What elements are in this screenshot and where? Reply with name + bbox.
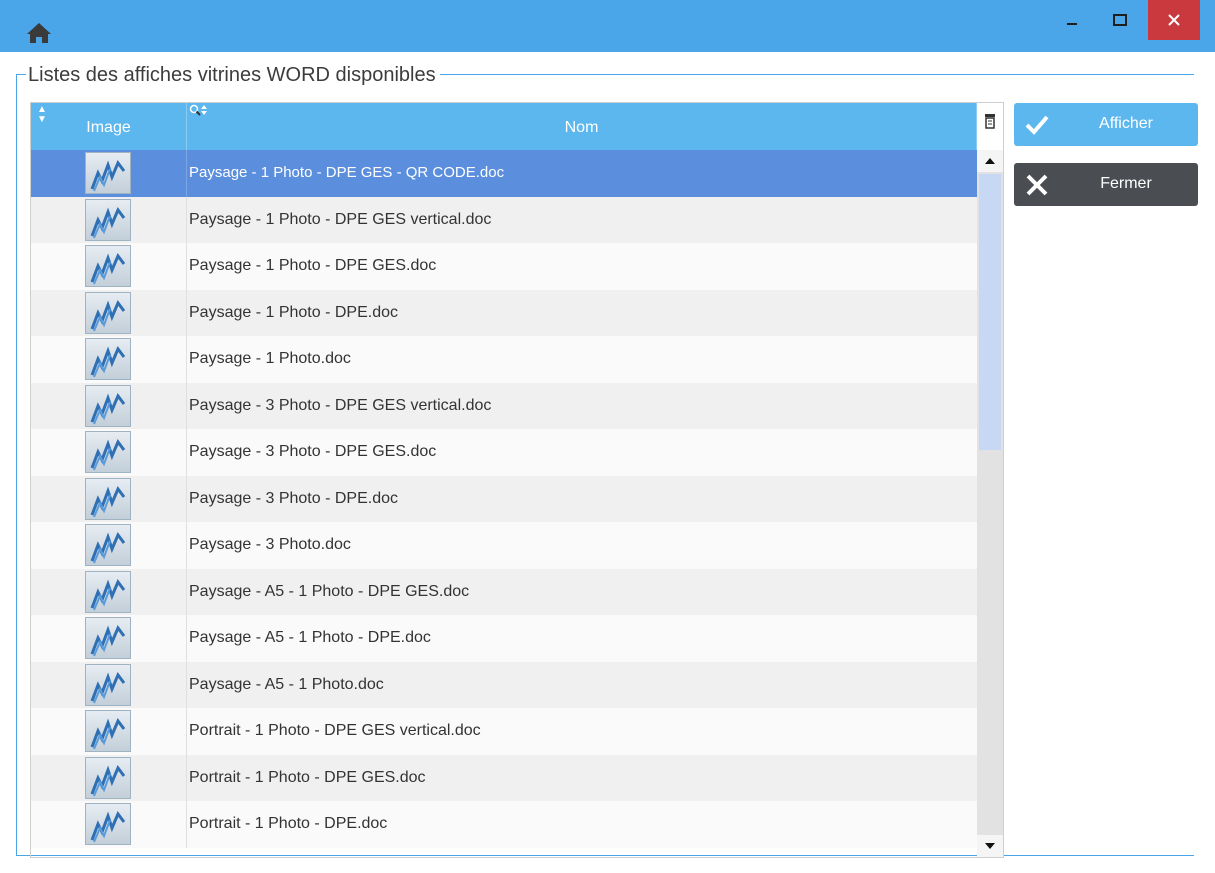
- document-thumbnail-icon: [85, 617, 131, 659]
- table-row[interactable]: Paysage - 3 Photo.doc: [31, 522, 977, 569]
- document-thumbnail-icon: [85, 803, 131, 845]
- image-cell: [31, 382, 187, 429]
- file-name: Portrait - 1 Photo - DPE GES vertical.do…: [189, 722, 481, 739]
- table-row[interactable]: Paysage - 1 Photo - DPE GES vertical.doc: [31, 196, 977, 243]
- column-header-image-label: Image: [86, 119, 131, 136]
- table-row[interactable]: Paysage - 3 Photo - DPE GES vertical.doc: [31, 382, 977, 429]
- search-sort-icon[interactable]: [189, 104, 209, 118]
- image-cell: [31, 150, 187, 197]
- document-thumbnail-icon: [85, 152, 131, 194]
- vertical-scrollbar[interactable]: [977, 150, 1003, 857]
- group-title: Listes des affiches vitrines WORD dispon…: [26, 62, 440, 88]
- column-header-nom-label: Nom: [564, 119, 599, 136]
- image-cell: [31, 568, 187, 615]
- fermer-button[interactable]: Fermer: [1014, 163, 1198, 206]
- image-cell: [31, 754, 187, 801]
- scroll-thumb[interactable]: [979, 174, 1001, 450]
- grid-rows: Paysage - 1 Photo - DPE GES - QR CODE.do…: [31, 150, 977, 857]
- image-cell: [31, 475, 187, 522]
- scroll-down-button[interactable]: [977, 835, 1003, 857]
- document-thumbnail-icon: [85, 710, 131, 752]
- table-row[interactable]: Portrait - 1 Photo - DPE GES.doc: [31, 754, 977, 801]
- image-cell: [31, 708, 187, 755]
- file-name: Portrait - 1 Photo - DPE GES.doc: [189, 768, 426, 786]
- document-thumbnail-icon: [85, 756, 131, 799]
- document-thumbnail-icon: [85, 338, 131, 380]
- file-name: Paysage - A5 - 1 Photo.doc: [189, 675, 384, 693]
- check-icon: [1025, 115, 1049, 135]
- table-row[interactable]: Paysage - 1 Photo.doc: [31, 336, 977, 383]
- arrow-down-icon: [985, 843, 995, 849]
- file-name: Portrait - 1 Photo - DPE.doc: [189, 815, 388, 832]
- column-config-icon: [985, 114, 995, 129]
- grid-header: ▲ ▼ Image Nom: [31, 103, 1003, 150]
- minimize-icon: [1067, 23, 1077, 25]
- file-name: Paysage - A5 - 1 Photo - DPE.doc: [189, 629, 431, 646]
- column-header-image[interactable]: ▲ ▼ Image: [31, 103, 187, 150]
- document-thumbnail-icon: [85, 524, 131, 566]
- file-name: Paysage - 1 Photo - DPE.doc: [189, 303, 398, 321]
- title-bar: [0, 0, 1215, 52]
- document-thumbnail-icon: [85, 245, 131, 287]
- home-icon[interactable]: [26, 22, 52, 44]
- table-row[interactable]: Paysage - 3 Photo - DPE.doc: [31, 475, 977, 522]
- document-thumbnail-icon: [85, 663, 131, 706]
- afficher-button[interactable]: Afficher: [1014, 103, 1198, 146]
- scroll-up-button[interactable]: [977, 150, 1003, 172]
- table-row[interactable]: Paysage - 1 Photo - DPE.doc: [31, 289, 977, 336]
- image-cell: [31, 522, 187, 569]
- table-row[interactable]: Paysage - 1 Photo - DPE GES - QR CODE.do…: [31, 150, 977, 197]
- file-name: Paysage - 1 Photo.doc: [189, 350, 351, 367]
- image-cell: [31, 615, 187, 662]
- table-row[interactable]: Portrait - 1 Photo - DPE.doc: [31, 801, 977, 848]
- file-name: Paysage - 1 Photo - DPE GES - QR CODE.do…: [189, 164, 505, 181]
- file-name: Paysage - A5 - 1 Photo - DPE GES.doc: [189, 582, 470, 600]
- arrow-up-icon: [985, 158, 995, 164]
- minimize-button[interactable]: [1052, 0, 1092, 40]
- file-name: Paysage - 3 Photo - DPE GES.doc: [189, 443, 437, 460]
- table-row[interactable]: Paysage - A5 - 1 Photo.doc: [31, 661, 977, 708]
- table-row[interactable]: Paysage - A5 - 1 Photo - DPE GES.doc: [31, 568, 977, 615]
- table-row[interactable]: Paysage - 1 Photo - DPE GES.doc: [31, 243, 977, 290]
- image-cell: [31, 289, 187, 336]
- document-thumbnail-icon: [85, 384, 131, 427]
- column-config-button[interactable]: [977, 103, 1003, 150]
- table-row[interactable]: Paysage - A5 - 1 Photo - DPE.doc: [31, 615, 977, 662]
- maximize-icon: [1113, 14, 1127, 26]
- file-name: Paysage - 3 Photo.doc: [189, 536, 351, 553]
- file-name: Paysage - 3 Photo - DPE GES vertical.doc: [189, 396, 492, 414]
- fermer-label: Fermer: [1100, 175, 1152, 192]
- image-cell: [31, 801, 187, 848]
- image-cell: [31, 243, 187, 290]
- column-header-nom[interactable]: Nom: [187, 103, 977, 150]
- afficher-label: Afficher: [1099, 115, 1153, 132]
- close-button[interactable]: [1148, 0, 1200, 40]
- file-name: Paysage - 3 Photo - DPE.doc: [189, 489, 398, 507]
- image-cell: [31, 429, 187, 476]
- image-cell: [31, 196, 187, 243]
- close-x-icon: [1026, 174, 1048, 196]
- file-name: Paysage - 1 Photo - DPE GES vertical.doc: [189, 210, 492, 228]
- document-thumbnail-icon: [85, 198, 131, 241]
- document-thumbnail-icon: [85, 570, 131, 613]
- table-row[interactable]: Paysage - 3 Photo - DPE GES.doc: [31, 429, 977, 476]
- table-row[interactable]: Portrait - 1 Photo - DPE GES vertical.do…: [31, 708, 977, 755]
- document-thumbnail-icon: [85, 291, 131, 334]
- image-cell: [31, 661, 187, 708]
- document-thumbnail-icon: [85, 431, 131, 473]
- file-name: Paysage - 1 Photo - DPE GES.doc: [189, 257, 437, 274]
- image-cell: [31, 336, 187, 383]
- files-grid: ▲ ▼ Image Nom Paysage - 1 Photo - DPE GES…: [30, 102, 1004, 858]
- close-icon: [1168, 14, 1180, 26]
- maximize-button[interactable]: [1100, 0, 1140, 40]
- document-thumbnail-icon: [85, 477, 131, 520]
